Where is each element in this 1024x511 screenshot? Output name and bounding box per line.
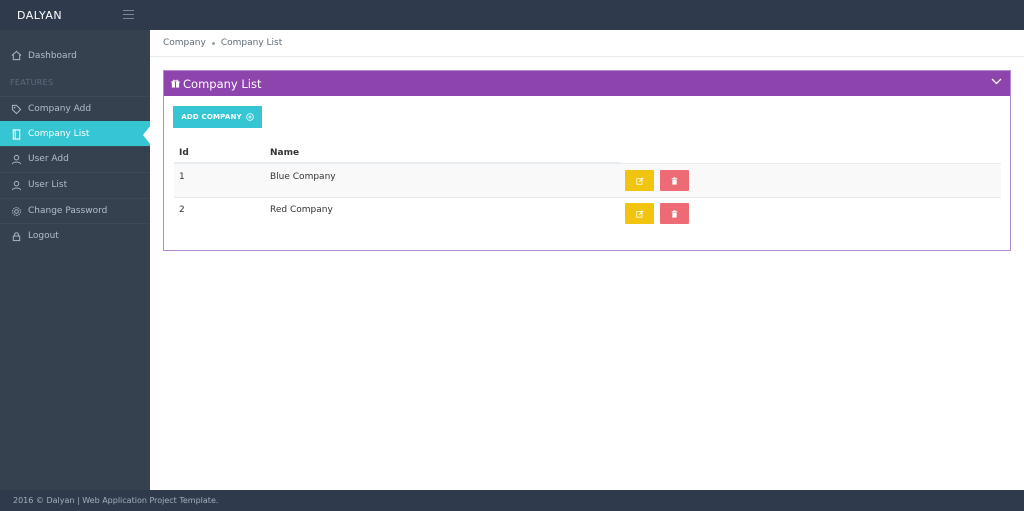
footer-text: 2016 © Dalyan | Web Application Project … xyxy=(13,496,219,505)
company-list-panel: Company List ADD COMPANY Id Name 1 Blue … xyxy=(163,70,1011,251)
tag-icon xyxy=(10,103,22,115)
panel-header: Company List xyxy=(164,71,1010,96)
menu-toggle-icon[interactable] xyxy=(123,10,134,19)
user-icon xyxy=(10,153,22,165)
gift-icon xyxy=(171,79,180,88)
add-company-button[interactable]: ADD COMPANY xyxy=(173,106,262,128)
sidebar-item-label: Dashboard xyxy=(28,50,77,61)
chevron-down-icon[interactable] xyxy=(991,78,1002,88)
table-row: 1 Blue Company xyxy=(174,164,1001,197)
sidebar-item-label: Change Password xyxy=(28,206,108,216)
sidebar-item-company-list[interactable]: Company List xyxy=(0,121,151,146)
panel-title: Company List xyxy=(183,76,262,91)
user-icon xyxy=(10,179,22,191)
delete-button[interactable] xyxy=(660,170,689,191)
sidebar: Dashboard FEATURES Company Add Company L… xyxy=(0,30,151,490)
book-icon xyxy=(10,128,22,140)
column-header-name: Name xyxy=(270,148,300,158)
breadcrumb: Company Company List xyxy=(150,30,1024,57)
trash-icon xyxy=(671,209,678,218)
plus-circle-icon xyxy=(246,113,254,121)
sidebar-item-company-add[interactable]: Company Add xyxy=(0,96,150,121)
sidebar-item-user-add[interactable]: User Add xyxy=(0,146,150,171)
trash-icon xyxy=(671,176,678,185)
top-bar: DALYAN xyxy=(0,0,1024,30)
column-header-id: Id xyxy=(179,148,189,158)
gear-icon xyxy=(10,205,22,217)
lock-icon xyxy=(10,230,22,242)
cell-id: 2 xyxy=(179,205,185,215)
add-company-label: ADD COMPANY xyxy=(181,113,242,121)
delete-button[interactable] xyxy=(660,203,689,224)
sidebar-item-label: Company List xyxy=(28,129,90,139)
breadcrumb-item-company-list: Company List xyxy=(220,38,283,48)
footer: 2016 © Dalyan | Web Application Project … xyxy=(0,490,1024,511)
breadcrumb-item-company[interactable]: Company xyxy=(163,38,206,48)
breadcrumb-separator xyxy=(211,41,215,45)
edit-icon xyxy=(635,176,644,185)
sidebar-item-label: Logout xyxy=(28,231,59,241)
sidebar-item-dashboard[interactable]: Dashboard xyxy=(0,43,150,68)
sidebar-section-heading: FEATURES xyxy=(10,78,54,87)
table-row: 2 Red Company xyxy=(174,197,1001,230)
sidebar-item-logout[interactable]: Logout xyxy=(0,223,150,248)
edit-icon xyxy=(635,209,644,218)
cell-id: 1 xyxy=(179,172,185,182)
sidebar-item-label: Company Add xyxy=(28,104,92,114)
sidebar-item-change-password[interactable]: Change Password xyxy=(0,198,150,223)
edit-button[interactable] xyxy=(625,203,654,224)
sidebar-item-label: User Add xyxy=(28,154,69,164)
home-icon xyxy=(10,50,22,62)
sidebar-item-user-list[interactable]: User List xyxy=(0,172,150,197)
edit-button[interactable] xyxy=(625,170,654,191)
cell-name: Red Company xyxy=(270,205,333,215)
sidebar-item-label: User List xyxy=(28,180,68,190)
cell-name: Blue Company xyxy=(270,172,336,182)
